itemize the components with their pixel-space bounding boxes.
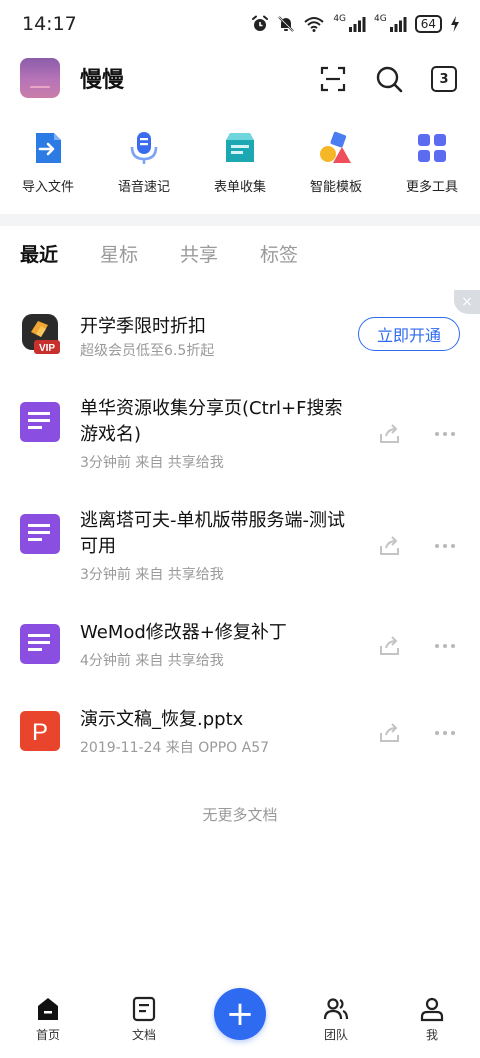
tool-label: 智能模板 — [309, 180, 362, 195]
promo-banner[interactable]: VIP 开学季限时折扣 超级会员低至6.5折起 立即开通 — [0, 306, 480, 366]
vip-badge-text: VIP — [39, 343, 55, 354]
tab-tags[interactable]: 标签 — [260, 240, 298, 267]
tool-more-tools[interactable]: 更多工具 — [384, 120, 480, 212]
signal-1-icon — [348, 16, 366, 32]
scan-button[interactable] — [318, 64, 348, 94]
document-title: 逃离塔可夫-单机版带服务端-测试可用 — [80, 510, 345, 557]
vip-icon: VIP — [22, 314, 60, 354]
nav-docs[interactable]: 文档 — [114, 992, 174, 1043]
document-icon — [132, 996, 156, 1022]
smart-template-icon — [320, 131, 351, 163]
signal-2-label: 4G — [374, 14, 387, 24]
team-icon — [323, 998, 349, 1020]
alarm-icon — [251, 15, 269, 33]
tool-label: 表单收集 — [213, 180, 266, 195]
tool-form-collect[interactable]: 表单收集 — [192, 120, 288, 212]
document-item[interactable]: WeMod修改器+修复补丁 4分钟前 来自 共享给我 — [0, 620, 480, 676]
search-button[interactable] — [374, 64, 404, 94]
window-count-button[interactable]: 3 — [429, 64, 459, 94]
quick-tools: 导入文件 语音速记 表单收集 智能模板 更多工具 — [0, 120, 480, 212]
open-vip-button[interactable]: 立即开通 — [358, 317, 460, 351]
tool-label: 更多工具 — [405, 180, 458, 195]
nav-label: 我 — [425, 1028, 438, 1042]
share-icon[interactable] — [378, 721, 402, 745]
document-item[interactable]: 单华资源收集分享页(Ctrl+F搜索游戏名) 3分钟前 来自 共享给我 — [0, 396, 480, 480]
nav-label: 文档 — [131, 1028, 156, 1042]
nav-label: 首页 — [35, 1028, 60, 1042]
document-title: 单华资源收集分享页(Ctrl+F搜索游戏名) — [80, 398, 343, 445]
section-divider — [0, 214, 480, 226]
no-more-documents: 无更多文档 — [202, 806, 278, 824]
microphone-icon — [130, 132, 158, 164]
document-meta: 3分钟前 来自 共享给我 — [80, 567, 224, 583]
share-icon[interactable] — [378, 534, 402, 558]
window-count: 3 — [431, 66, 457, 92]
charging-icon — [450, 16, 460, 32]
ppt-file-icon: P — [20, 711, 60, 751]
signal-2-icon — [389, 16, 407, 32]
grid-tools-icon — [418, 134, 446, 162]
share-icon[interactable] — [378, 422, 402, 446]
battery-level: 64 — [414, 15, 442, 33]
tool-label: 导入文件 — [21, 180, 74, 195]
promo-subtitle: 超级会员低至6.5折起 — [80, 343, 215, 359]
more-options-icon[interactable] — [432, 721, 458, 745]
tool-voice-notes[interactable]: 语音速记 — [96, 120, 192, 212]
tab-bar: 最近 星标 共享 标签 — [20, 240, 298, 267]
avatar[interactable] — [20, 58, 60, 98]
more-options-icon[interactable] — [432, 422, 458, 446]
wifi-icon — [303, 15, 325, 33]
import-file-icon — [36, 133, 61, 163]
nav-me[interactable]: 我 — [402, 992, 462, 1043]
document-title: 演示文稿_恢复.pptx — [80, 709, 244, 730]
status-icons: 4G 4G 64 — [251, 14, 460, 33]
status-time: 14:17 — [22, 13, 77, 35]
search-icon — [376, 66, 403, 93]
doc-file-icon — [20, 402, 60, 442]
document-meta: 2019-11-24 来自 OPPO A57 — [80, 740, 270, 756]
nav-home[interactable]: 首页 — [18, 992, 78, 1043]
tab-starred[interactable]: 星标 — [100, 240, 138, 267]
tab-recent[interactable]: 最近 — [20, 240, 58, 267]
bottom-nav: 首页 文档 + 团队 我 — [0, 988, 480, 1058]
tool-label: 语音速记 — [117, 180, 170, 195]
document-meta: 3分钟前 来自 共享给我 — [80, 455, 224, 471]
document-item[interactable]: P 演示文稿_恢复.pptx 2019-11-24 来自 OPPO A57 — [0, 707, 480, 763]
promo-title: 开学季限时折扣 — [80, 316, 206, 337]
scan-icon — [320, 66, 346, 92]
header: 慢慢 3 — [0, 52, 480, 108]
document-item[interactable]: 逃离塔可夫-单机版带服务端-测试可用 3分钟前 来自 共享给我 — [0, 508, 480, 592]
form-collect-icon — [226, 133, 254, 162]
create-new-button[interactable]: + — [214, 988, 266, 1040]
user-icon — [420, 997, 444, 1022]
signal-1-label: 4G — [333, 14, 347, 24]
tool-smart-template[interactable]: 智能模板 — [288, 120, 384, 212]
document-meta: 4分钟前 来自 共享给我 — [80, 653, 224, 669]
tool-import-file[interactable]: 导入文件 — [0, 120, 96, 212]
nav-team[interactable]: 团队 — [306, 992, 366, 1043]
doc-file-icon — [20, 514, 60, 554]
more-options-icon[interactable] — [432, 534, 458, 558]
ppt-letter: P — [32, 719, 48, 746]
more-options-icon[interactable] — [432, 634, 458, 658]
username[interactable]: 慢慢 — [80, 62, 124, 94]
status-bar: 14:17 4G 4G 64 — [0, 0, 480, 48]
nav-label: 团队 — [323, 1028, 348, 1042]
tab-shared[interactable]: 共享 — [180, 240, 218, 267]
mute-bell-icon — [277, 15, 295, 33]
share-icon[interactable] — [378, 634, 402, 658]
document-title: WeMod修改器+修复补丁 — [80, 622, 287, 643]
doc-file-icon — [20, 624, 60, 664]
home-icon — [38, 998, 58, 1020]
